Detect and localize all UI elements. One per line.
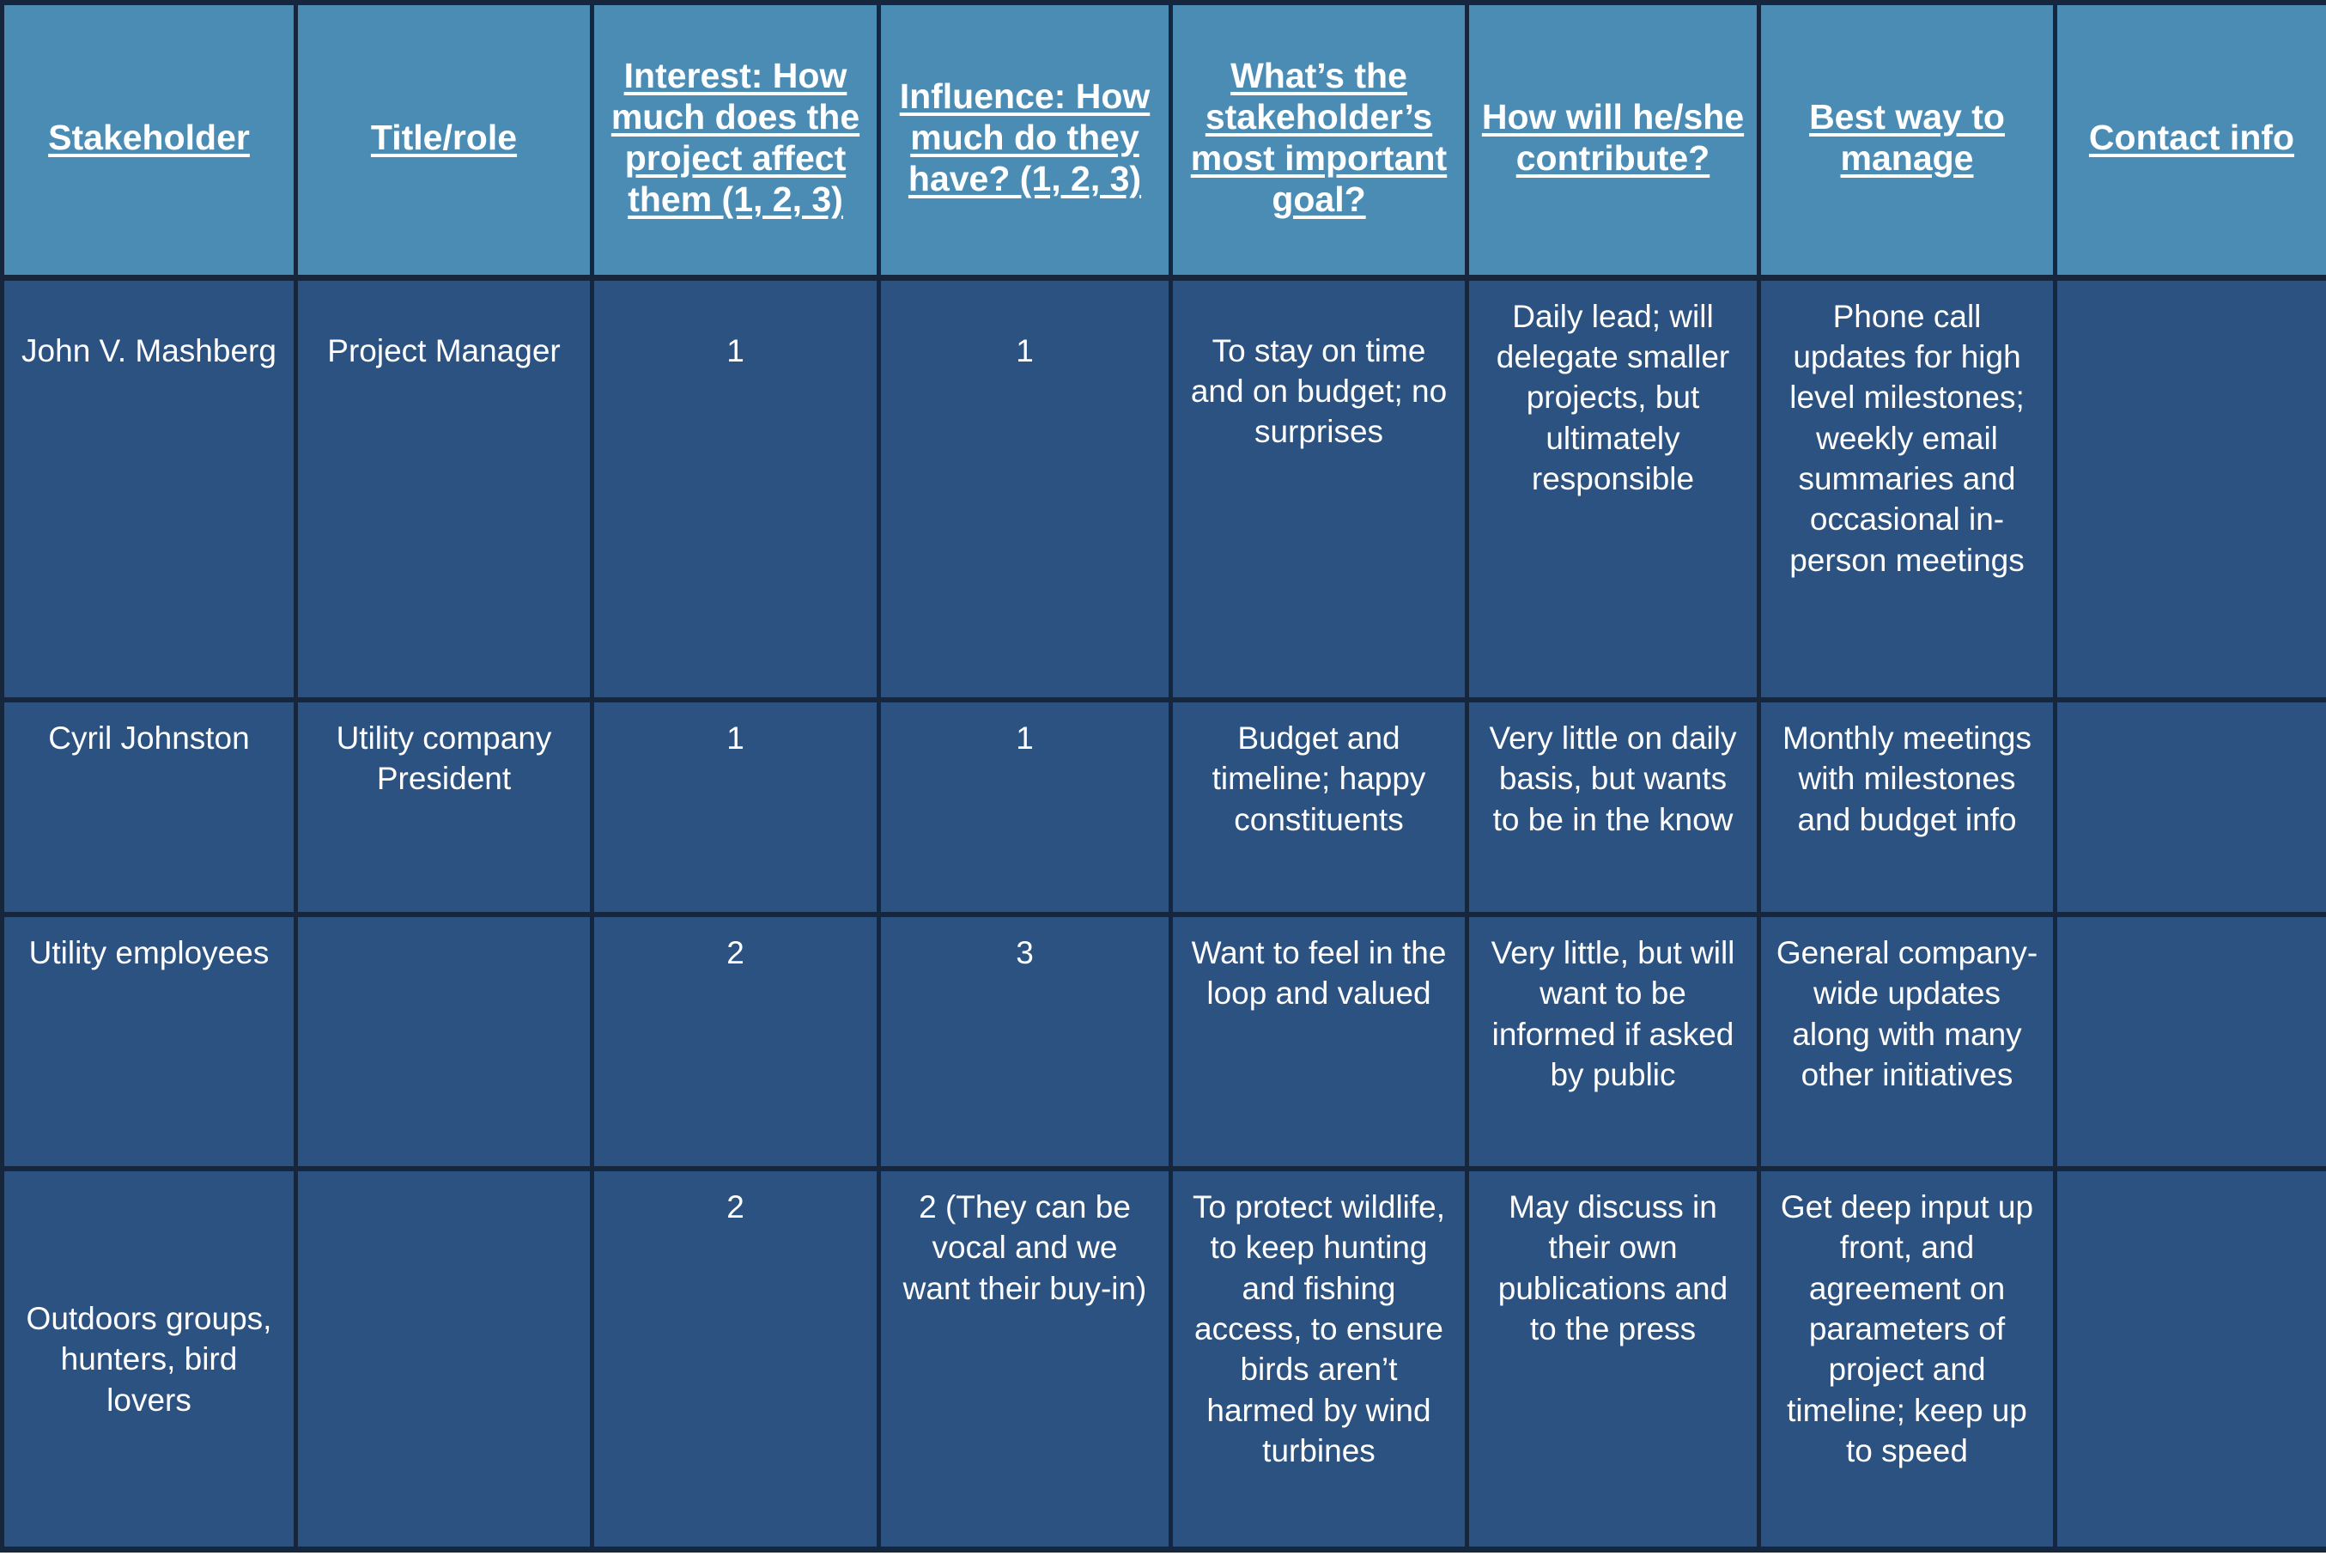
cell-contact	[2053, 1169, 2326, 1549]
table-row: Outdoors groups, hunters, bird lovers 2 …	[0, 1169, 2326, 1549]
cell-interest: 1	[590, 700, 881, 917]
column-header-contact: Contact info	[2053, 3, 2326, 281]
cell-title-role: Utility company President	[294, 700, 594, 917]
column-header-stakeholder: Stakeholder	[0, 3, 298, 281]
table-row: John V. Mashberg Project Manager 1 1 To …	[0, 277, 2326, 702]
column-header-label: Influence: How much do they have? (1, 2,…	[899, 76, 1151, 198]
column-header-label: How will he/she contribute?	[1481, 96, 1745, 178]
column-header-title-role: Title/role	[294, 3, 594, 281]
cell-title-role: Project Manager	[294, 277, 594, 702]
column-header-label: Interest: How much does the project affe…	[610, 55, 860, 219]
column-header-contribute: How will he/she contribute?	[1465, 3, 1761, 281]
cell-contact	[2053, 277, 2326, 702]
column-header-label: Title/role	[370, 117, 518, 157]
stakeholder-analysis-table: Stakeholder Title/role Interest: How muc…	[0, 0, 2326, 1553]
cell-influence: 1	[877, 277, 1173, 702]
column-header-label: Contact info	[2088, 117, 2295, 157]
cell-contribute: Very little, but will want to be informe…	[1465, 915, 1761, 1171]
column-header-label: What’s the stakeholder’s most important …	[1190, 55, 1448, 219]
cell-manage: Phone call updates for high level milest…	[1757, 277, 2057, 702]
cell-stakeholder: Cyril Johnston	[0, 700, 298, 917]
table-header-row: Stakeholder Title/role Interest: How muc…	[0, 3, 2326, 281]
cell-interest: 1	[590, 277, 881, 702]
cell-stakeholder: John V. Mashberg	[0, 277, 298, 702]
cell-goal: Budget and timeline; happy constituents	[1169, 700, 1469, 917]
cell-contribute: May discuss in their own publications an…	[1465, 1169, 1761, 1549]
table-row: Utility employees 2 3 Want to feel in th…	[0, 915, 2326, 1171]
column-header-label: Stakeholder	[48, 117, 250, 157]
column-header-manage: Best way to manage	[1757, 3, 2057, 281]
cell-interest: 2	[590, 915, 881, 1171]
column-header-label: Best way to manage	[1809, 96, 2005, 178]
column-header-goal: What’s the stakeholder’s most important …	[1169, 3, 1469, 281]
cell-contribute: Daily lead; will delegate smaller projec…	[1465, 277, 1761, 702]
cell-goal: Want to feel in the loop and valued	[1169, 915, 1469, 1171]
cell-influence: 3	[877, 915, 1173, 1171]
cell-manage: General company-wide updates along with …	[1757, 915, 2057, 1171]
table-row: Cyril Johnston Utility company President…	[0, 700, 2326, 917]
cell-contribute: Very little on daily basis, but wants to…	[1465, 700, 1761, 917]
cell-interest: 2	[590, 1169, 881, 1549]
cell-contact	[2053, 700, 2326, 917]
cell-title-role	[294, 1169, 594, 1549]
cell-stakeholder: Utility employees	[0, 915, 298, 1171]
column-header-interest: Interest: How much does the project affe…	[590, 3, 881, 281]
cell-influence: 2 (They can be vocal and we want their b…	[877, 1169, 1173, 1549]
cell-contact	[2053, 915, 2326, 1171]
cell-manage: Monthly meetings with milestones and bud…	[1757, 700, 2057, 917]
cell-manage: Get deep input up front, and agreement o…	[1757, 1169, 2057, 1549]
cell-title-role	[294, 915, 594, 1171]
cell-influence: 1	[877, 700, 1173, 917]
cell-goal: To protect wildlife, to keep hunting and…	[1169, 1169, 1469, 1549]
cell-stakeholder: Outdoors groups, hunters, bird lovers	[0, 1169, 298, 1549]
column-header-influence: Influence: How much do they have? (1, 2,…	[877, 3, 1173, 281]
cell-goal: To stay on time and on budget; no surpri…	[1169, 277, 1469, 702]
